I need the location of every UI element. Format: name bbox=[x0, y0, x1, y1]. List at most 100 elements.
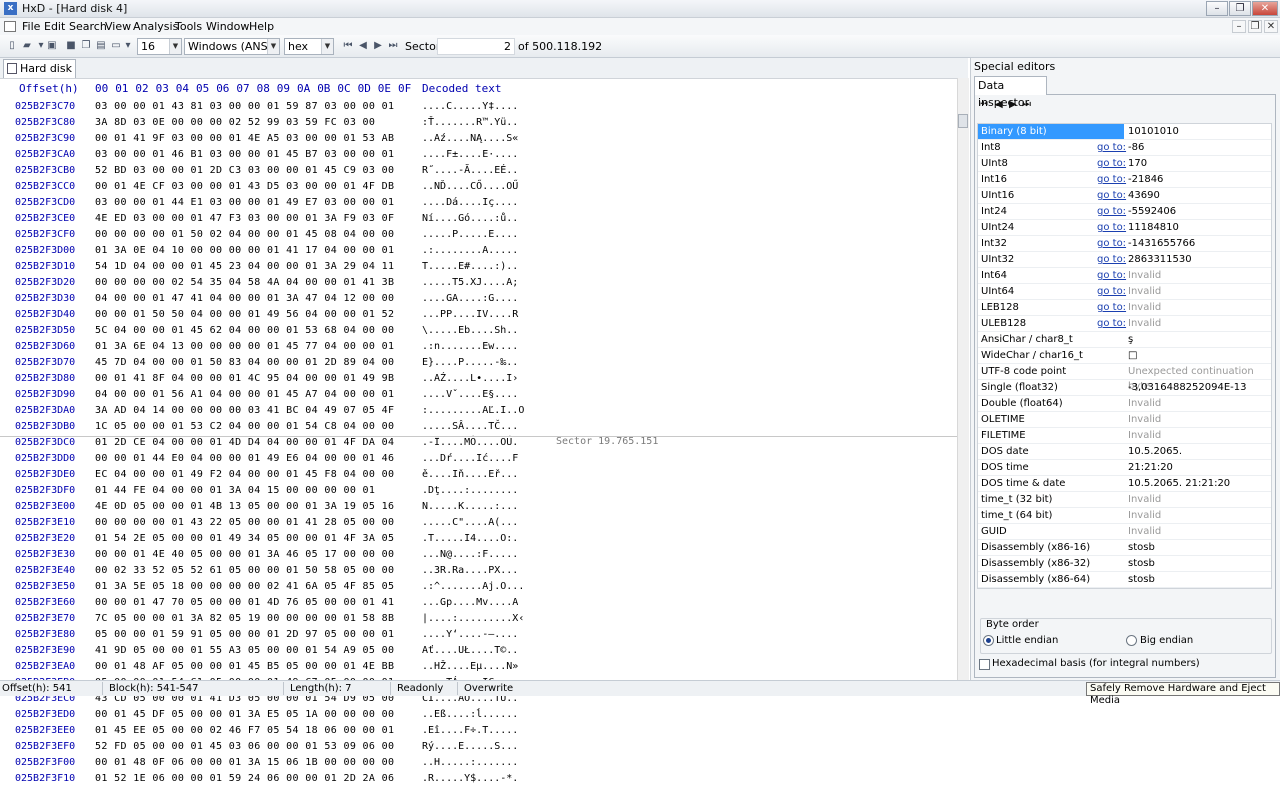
row-bytes[interactable]: 7C 05 00 00 01 3A 82 05 19 00 00 00 00 0… bbox=[95, 611, 394, 627]
inspector-value[interactable]: 170 bbox=[1128, 156, 1147, 171]
row-bytes[interactable]: 3A AD 04 14 00 00 00 00 03 41 BC 04 49 0… bbox=[95, 403, 394, 419]
row-bytes[interactable]: 00 01 4E CF 03 00 00 01 43 D5 03 00 00 0… bbox=[95, 179, 394, 195]
row-bytes[interactable]: 00 01 41 9F 03 00 00 01 4E A5 03 00 00 0… bbox=[95, 131, 394, 147]
hex-row[interactable]: 025B2F3CF0 00 00 00 00 01 50 02 04 00 00 … bbox=[0, 227, 957, 243]
hex-row[interactable]: 025B2F3E40 00 02 33 52 05 52 61 05 00 00 … bbox=[0, 563, 957, 579]
menu-help[interactable]: Help bbox=[249, 20, 274, 33]
row-decoded-text[interactable]: ....Vˇ....E§.... bbox=[422, 387, 518, 403]
inspector-value[interactable]: 43690 bbox=[1128, 188, 1160, 203]
inspector-row[interactable]: Single (float32) -3,0316488252094E-13 bbox=[978, 380, 1271, 396]
row-decoded-text[interactable]: .:n.......Ew.... bbox=[422, 339, 518, 355]
last-sector-icon[interactable]: ⏭ bbox=[386, 39, 400, 53]
inspector-row[interactable]: Disassembly (x86-32) stosb bbox=[978, 556, 1271, 572]
row-bytes[interactable]: 05 00 00 01 59 91 05 00 00 01 2D 97 05 0… bbox=[95, 627, 394, 643]
goto-link[interactable]: go to: bbox=[1097, 268, 1126, 283]
inspector-row[interactable]: UTF-8 code point Unexpected continuation … bbox=[978, 364, 1271, 392]
row-decoded-text[interactable]: R˝....-Ă....EÉ.. bbox=[422, 163, 518, 179]
row-bytes[interactable]: 00 02 33 52 05 52 61 05 00 00 01 50 58 0… bbox=[95, 563, 394, 579]
inspector-value[interactable]: Invalid bbox=[1128, 268, 1161, 283]
row-decoded-text[interactable]: ....GA....:G.... bbox=[422, 291, 518, 307]
row-bytes[interactable]: 00 00 01 50 50 04 00 00 01 49 56 04 00 0… bbox=[95, 307, 394, 323]
inspector-value[interactable]: 10.5.2065. bbox=[1128, 444, 1182, 459]
new-file-icon[interactable]: ▯ bbox=[5, 39, 19, 53]
hex-basis-checkbox[interactable] bbox=[979, 659, 990, 670]
inspector-row[interactable]: LEB128 go to: Invalid bbox=[978, 300, 1271, 316]
little-endian-radio[interactable] bbox=[983, 635, 994, 646]
row-bytes[interactable]: 00 01 48 0F 06 00 00 01 3A 15 06 1B 00 0… bbox=[95, 755, 394, 771]
hex-row[interactable]: 025B2F3EA0 00 01 48 AF 05 00 00 01 45 B5 … bbox=[0, 659, 957, 675]
big-endian-radio[interactable] bbox=[1126, 635, 1137, 646]
inspector-row[interactable]: Disassembly (x86-16) stosb bbox=[978, 540, 1271, 556]
goto-link[interactable]: go to: bbox=[1097, 188, 1126, 203]
row-bytes[interactable]: 3A 8D 03 0E 00 00 00 02 52 99 03 59 FC 0… bbox=[95, 115, 375, 131]
row-decoded-text[interactable]: E}....P.....-‰.. bbox=[422, 355, 518, 371]
row-bytes[interactable]: 01 54 2E 05 00 00 01 49 34 05 00 00 01 4… bbox=[95, 531, 394, 547]
row-decoded-text[interactable]: .T.....I4....O:. bbox=[422, 531, 518, 547]
inspector-value[interactable]: Invalid bbox=[1128, 316, 1161, 331]
inspector-row[interactable]: Double (float64) Invalid bbox=[978, 396, 1271, 412]
hex-row[interactable]: 025B2F3E20 01 54 2E 05 00 00 01 49 34 05 … bbox=[0, 531, 957, 547]
row-decoded-text[interactable]: ....C.....Y‡.... bbox=[422, 99, 518, 115]
previous-sector-icon[interactable]: ◀ bbox=[356, 39, 370, 53]
goto-link[interactable]: go to: bbox=[1097, 300, 1126, 315]
row-decoded-text[interactable]: .-Î....MÔ....OÚ. bbox=[422, 435, 518, 451]
hex-row[interactable]: 025B2F3EF0 52 FD 05 00 00 01 45 03 06 00 … bbox=[0, 739, 957, 755]
row-decoded-text[interactable]: ..HŽ....Eµ....N» bbox=[422, 659, 518, 675]
row-decoded-text[interactable]: .....SÂ....TČ... bbox=[422, 419, 518, 435]
first-sector-icon[interactable]: ⏮ bbox=[341, 39, 355, 53]
row-decoded-text[interactable]: ..Aź....NĄ....S« bbox=[422, 131, 518, 147]
inspector-value[interactable]: □ bbox=[1128, 348, 1137, 363]
menu-view[interactable]: View bbox=[105, 20, 131, 33]
hex-vertical-scrollbar[interactable] bbox=[957, 78, 969, 680]
hex-row[interactable]: 025B2F3D70 45 7D 04 00 00 01 50 83 04 00 … bbox=[0, 355, 957, 371]
row-decoded-text[interactable]: ..Eß....:ĺ...... bbox=[422, 707, 518, 723]
row-decoded-text[interactable]: ....Y‘....-—.... bbox=[422, 627, 518, 643]
row-decoded-text[interactable]: .Dţ....:........ bbox=[422, 483, 518, 499]
big-endian-label[interactable]: Big endian bbox=[1140, 635, 1193, 646]
hex-row[interactable]: 025B2F3DD0 00 00 01 44 E0 04 00 00 01 49 … bbox=[0, 451, 957, 467]
hex-row[interactable]: 025B2F3CE0 4E ED 03 00 00 01 47 F3 03 00 … bbox=[0, 211, 957, 227]
first-byte-icon[interactable]: ⏮ bbox=[979, 99, 989, 111]
hex-row[interactable]: 025B2F3ED0 00 01 45 DF 05 00 00 01 3A E5 … bbox=[0, 707, 957, 723]
row-decoded-text[interactable]: :.........AĽ.I..O bbox=[422, 403, 524, 419]
inspector-row[interactable]: DOS date 10.5.2065. bbox=[978, 444, 1271, 460]
inspector-value[interactable]: 21:21:20 bbox=[1128, 460, 1173, 475]
next-sector-icon[interactable]: ▶ bbox=[371, 39, 385, 53]
menu-search[interactable]: Search bbox=[69, 20, 107, 33]
previous-byte-icon[interactable]: ◀ bbox=[995, 99, 1005, 111]
row-decoded-text[interactable]: ...N@....:F..... bbox=[422, 547, 518, 563]
row-decoded-text[interactable]: ..3R.Ra....PX... bbox=[422, 563, 518, 579]
hex-row[interactable]: 025B2F3D10 54 1D 04 00 00 01 45 23 04 00 … bbox=[0, 259, 957, 275]
goto-link[interactable]: go to: bbox=[1097, 236, 1126, 251]
status-insert-mode[interactable]: Overwrite bbox=[464, 683, 513, 694]
inspector-row[interactable]: UInt24 go to: 11184810 bbox=[978, 220, 1271, 236]
inspector-row[interactable]: Disassembly (x86-64) stosb bbox=[978, 572, 1271, 588]
hex-row[interactable]: 025B2F3DF0 01 44 FE 04 00 00 01 3A 04 15 … bbox=[0, 483, 957, 499]
inspector-value[interactable]: Invalid bbox=[1128, 284, 1161, 299]
row-decoded-text[interactable]: :Ť.......R™.Yü.. bbox=[422, 115, 518, 131]
hex-row[interactable]: 025B2F3E30 00 00 01 4E 40 05 00 00 01 3A … bbox=[0, 547, 957, 563]
row-bytes[interactable]: 01 2D CE 04 00 00 01 4D D4 04 00 00 01 4… bbox=[95, 435, 394, 451]
goto-link[interactable]: go to: bbox=[1097, 172, 1126, 187]
inspector-row[interactable]: WideChar / char16_t □ bbox=[978, 348, 1271, 364]
inspector-row[interactable]: Binary (8 bit) 10101010 bbox=[978, 124, 1271, 140]
hex-row[interactable]: 025B2F3F10 01 52 1E 06 00 00 01 59 24 06 … bbox=[0, 771, 957, 787]
hex-row[interactable]: 025B2F3CC0 00 01 4E CF 03 00 00 01 43 D5 … bbox=[0, 179, 957, 195]
hex-row[interactable]: 025B2F3E00 4E 0D 05 00 00 01 4B 13 05 00 … bbox=[0, 499, 957, 515]
inspector-value[interactable]: Invalid bbox=[1128, 428, 1161, 443]
row-decoded-text[interactable]: T.....E#....:).. bbox=[422, 259, 518, 275]
hex-row[interactable]: 025B2F3DE0 EC 04 00 00 01 49 F2 04 00 00 … bbox=[0, 467, 957, 483]
row-bytes[interactable]: 00 00 01 4E 40 05 00 00 01 3A 46 05 17 0… bbox=[95, 547, 394, 563]
mdi-minimize-button[interactable]: – bbox=[1232, 20, 1246, 33]
hex-row[interactable]: 025B2F3D80 00 01 41 8F 04 00 00 01 4C 95 … bbox=[0, 371, 957, 387]
inspector-value[interactable]: 10101010 bbox=[1128, 124, 1179, 139]
menu-tools[interactable]: Tools bbox=[175, 20, 202, 33]
row-decoded-text[interactable]: Ať....UŁ....T©.. bbox=[422, 643, 518, 659]
inspector-row[interactable]: OLETIME Invalid bbox=[978, 412, 1271, 428]
menu-file[interactable]: File bbox=[22, 20, 40, 33]
inspector-value[interactable]: -5592406 bbox=[1128, 204, 1176, 219]
hex-row[interactable]: 025B2F3D50 5C 04 00 00 01 45 62 04 00 00 … bbox=[0, 323, 957, 339]
little-endian-label[interactable]: Little endian bbox=[996, 635, 1058, 646]
goto-link[interactable]: go to: bbox=[1097, 220, 1126, 235]
row-decoded-text[interactable]: .....T5.XJ....A; bbox=[422, 275, 518, 291]
